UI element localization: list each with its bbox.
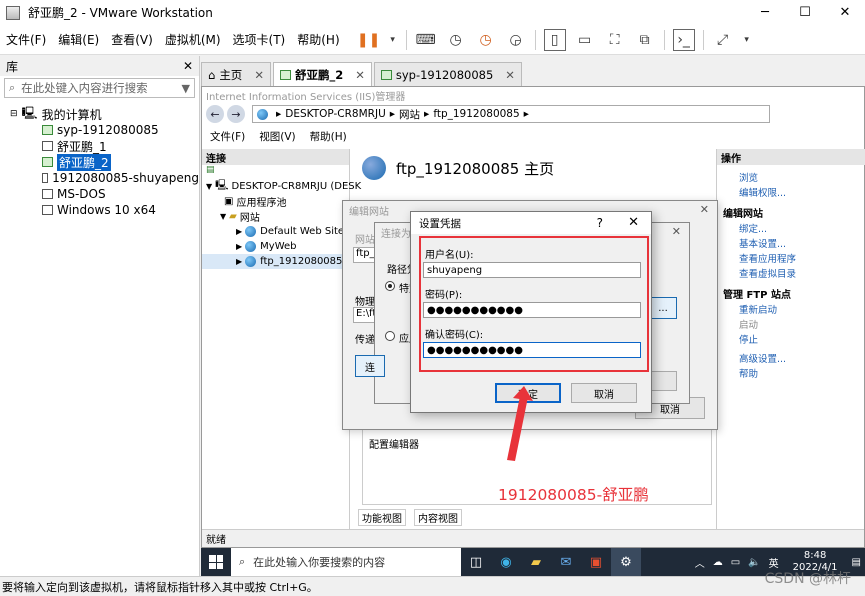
office-icon[interactable]: ▣: [581, 548, 611, 576]
arrow-head: [513, 386, 533, 401]
chevron-up-icon[interactable]: ︿: [695, 555, 705, 570]
task-view-icon[interactable]: ◫: [461, 548, 491, 576]
arrow-shaft: [507, 396, 528, 461]
annotation-label: 1912080085-舒亚鹏: [498, 486, 649, 504]
start-button[interactable]: [201, 548, 231, 576]
watermark: CSDN @林杆: [764, 571, 851, 587]
taskbar-search[interactable]: ⌕ 在此处输入你要搜索的内容: [231, 548, 461, 576]
windows-logo-icon: [209, 555, 223, 569]
cloud-icon[interactable]: ☁: [713, 557, 723, 568]
mail-icon[interactable]: ✉: [551, 548, 581, 576]
clock-time: 8:48: [803, 550, 827, 561]
explorer-icon[interactable]: ▰: [521, 548, 551, 576]
notification-icon[interactable]: ▤: [852, 557, 861, 568]
network-icon[interactable]: ▭: [731, 557, 740, 568]
volume-icon[interactable]: 🔈: [748, 557, 760, 568]
iis-app-icon[interactable]: ⚙: [611, 548, 641, 576]
taskbar-search-placeholder: 在此处输入你要搜索的内容: [253, 556, 386, 569]
annotation-arrow: [507, 386, 533, 461]
vmware-status-bar: 要将输入定向到该虚拟机，请将鼠标指针移入其中或按 Ctrl+G。: [0, 576, 865, 596]
edge-icon[interactable]: ◉: [491, 548, 521, 576]
search-icon: ⌕: [239, 555, 246, 568]
